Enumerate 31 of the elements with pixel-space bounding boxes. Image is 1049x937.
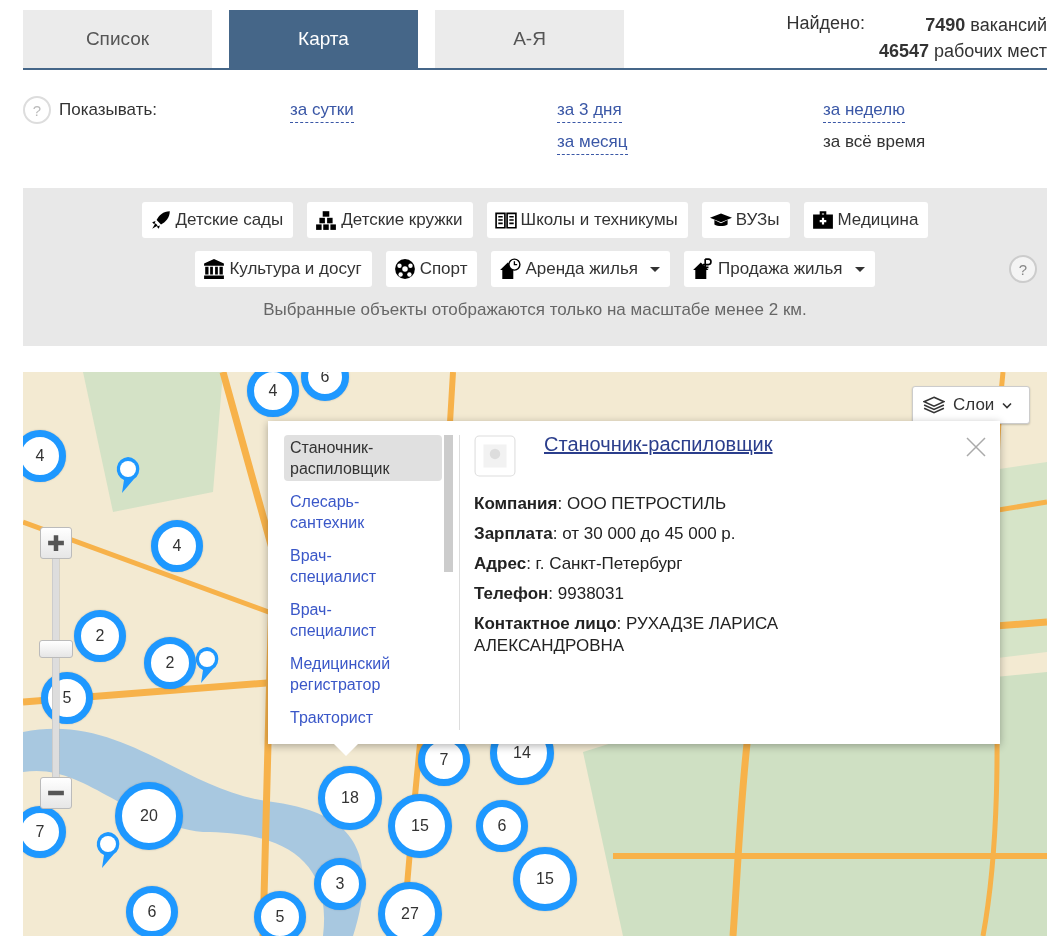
found-count: 46547 рабочих мест (878, 40, 1047, 63)
filter-button[interactable]: Аренда жилья (491, 251, 671, 287)
filter-button[interactable]: Культура и досуг (195, 251, 372, 287)
filter-button[interactable]: ВУЗы (701, 202, 790, 238)
tab[interactable]: А-Я (435, 10, 624, 68)
caret-icon (650, 266, 661, 272)
blocks-icon (315, 209, 338, 231)
found-count: 7490 вакансий (925, 14, 1047, 37)
filter-button[interactable]: Медицина (803, 202, 929, 238)
filter-button[interactable]: Детские сады (141, 202, 294, 238)
house-clock-icon (499, 258, 522, 280)
period-link[interactable]: за 3 дня (557, 100, 622, 123)
period-label: Показывать: (59, 99, 158, 120)
filter-button[interactable]: Детские кружки (307, 202, 473, 238)
filter-button[interactable]: Школы и техникумы (486, 202, 688, 238)
period-link[interactable]: за месяц (557, 132, 628, 155)
museum-icon (203, 258, 226, 280)
filter-note: Выбранные объекты отображаются только на масштабе менее 2 км. (263, 300, 807, 320)
medkit-icon (811, 209, 834, 231)
rocket-icon (149, 209, 172, 231)
caret-icon (854, 266, 865, 272)
period-link[interactable]: за сутки (290, 100, 354, 123)
house-ruble-icon (692, 258, 715, 280)
tab[interactable]: Карта (229, 10, 418, 68)
period-link[interactable]: за неделю (823, 100, 905, 123)
period-link[interactable]: за всё время (823, 132, 926, 155)
filter-button[interactable]: Продажа жилья (684, 251, 875, 287)
tab[interactable]: Список (23, 10, 212, 68)
filter-button[interactable]: Спорт (385, 251, 478, 287)
ball-icon (393, 258, 416, 280)
found-label: Найдено: (786, 12, 865, 35)
